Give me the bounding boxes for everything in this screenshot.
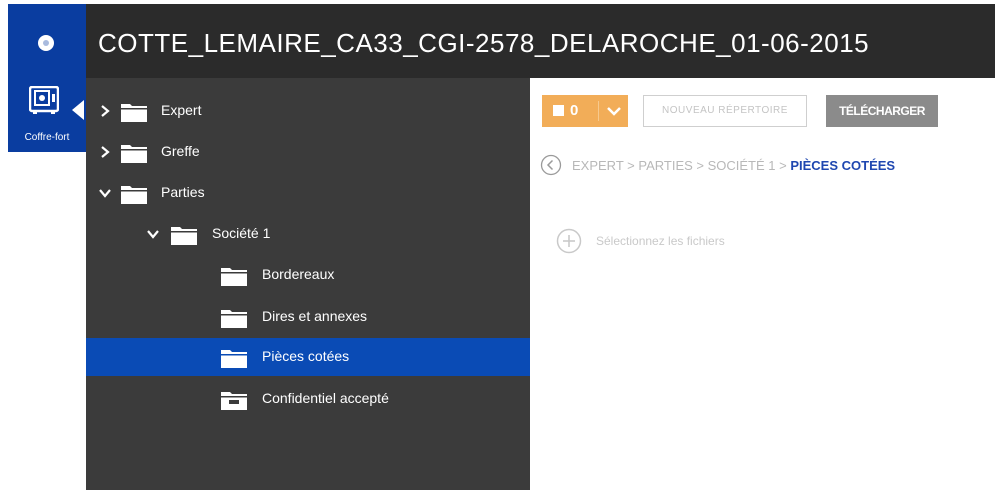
breadcrumb-trail[interactable]: EXPERT > PARTIES > SOCIÉTÉ 1 > PIÈCES CO…	[572, 158, 895, 173]
tree-item-label: Pièces cotées	[262, 348, 350, 364]
tree-item-label: Bordereaux	[262, 266, 335, 282]
locked-folder-icon	[221, 392, 247, 410]
upload-label[interactable]: Sélectionnez les fichiers	[596, 234, 725, 248]
tree-item-bordereaux[interactable]: Bordereaux	[86, 256, 530, 294]
file-upload-area[interactable]: Sélectionnez les fichiers	[556, 226, 980, 258]
left-rail: Coffre-fort	[8, 78, 86, 490]
chevron-right-icon[interactable]	[98, 104, 112, 118]
window-title: COTTE_LEMAIRE_CA33_CGI-2578_DELAROCHE_01…	[98, 28, 870, 58]
tree-item-label: Expert	[161, 102, 202, 118]
safe-icon	[29, 86, 59, 114]
download-button[interactable]: TÉLÉCHARGER	[826, 95, 938, 127]
button-divider	[598, 101, 599, 121]
active-pointer-icon	[72, 100, 84, 120]
back-arrow-icon[interactable]	[540, 154, 562, 176]
chevron-down-icon[interactable]	[98, 186, 112, 200]
checkbox-icon[interactable]	[553, 105, 564, 116]
tree-item-label: Confidentiel accepté	[262, 390, 389, 406]
folder-icon	[121, 104, 147, 122]
breadcrumb-current: PIÈCES COTÉES	[790, 158, 896, 173]
tree-item-expert[interactable]: Expert	[86, 92, 530, 130]
tree-item-dires-et-annexes[interactable]: Dires et annexes	[86, 298, 530, 336]
tree-item-label: Greffe	[161, 143, 200, 159]
chevron-right-icon[interactable]	[98, 145, 112, 159]
tree-item-label: Dires et annexes	[262, 308, 368, 324]
tree-item-societe-1[interactable]: Société 1	[86, 215, 530, 253]
chevron-down-icon[interactable]	[606, 105, 622, 117]
folder-icon	[221, 268, 247, 286]
new-folder-button[interactable]: NOUVEAU RÉPERTOIRE	[643, 95, 807, 127]
folder-icon	[221, 310, 247, 328]
folder-icon	[121, 186, 147, 204]
rail-item-coffre-fort[interactable]: Coffre-fort	[8, 78, 86, 152]
breadcrumb-path[interactable]: EXPERT > PARTIES > SOCIÉTÉ 1 >	[572, 158, 790, 173]
add-circle-icon[interactable]	[556, 228, 582, 254]
top-bar: COTTE_LEMAIRE_CA33_CGI-2578_DELAROCHE_01…	[8, 4, 995, 78]
rail-item-label: Coffre-fort	[24, 132, 70, 143]
app-logo-icon	[38, 35, 54, 51]
app-frame: COTTE_LEMAIRE_CA33_CGI-2578_DELAROCHE_01…	[8, 4, 995, 490]
folder-icon	[221, 350, 247, 368]
select-all-dropdown-button[interactable]: 0	[542, 95, 628, 127]
folder-tree: Expert Greffe Parties Société 1 Borderea…	[86, 78, 530, 490]
chevron-down-icon[interactable]	[146, 227, 160, 241]
folder-icon	[121, 145, 147, 163]
tree-item-greffe[interactable]: Greffe	[86, 133, 530, 171]
content-panel: 0 NOUVEAU RÉPERTOIRE TÉLÉCHARGER EXPERT …	[530, 78, 995, 490]
tree-item-label: Société 1	[212, 225, 271, 241]
tree-item-pieces-cotees[interactable]: Pièces cotées	[86, 338, 530, 376]
folder-icon	[171, 227, 197, 245]
logo-cell[interactable]	[8, 4, 86, 78]
tree-item-label: Parties	[161, 184, 205, 200]
tree-item-parties[interactable]: Parties	[86, 174, 530, 212]
tree-item-confidentiel-accepte[interactable]: Confidentiel accepté	[86, 380, 530, 418]
selection-count: 0	[570, 102, 579, 119]
